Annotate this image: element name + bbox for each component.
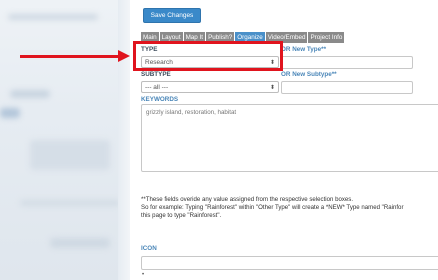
blurred-shape — [50, 238, 110, 248]
arrow-line — [20, 55, 120, 58]
icon-field[interactable] — [141, 256, 438, 270]
subtype-label: SUBTYPE — [141, 71, 171, 78]
new-subtype-label: OR New Subtype** — [281, 71, 337, 78]
blurred-sidebar — [0, 0, 130, 280]
save-button[interactable]: Save Changes — [143, 8, 201, 23]
tab-project-info[interactable]: Project Info — [308, 32, 345, 43]
new-type-label: OR New Type** — [281, 46, 327, 53]
blurred-shape — [0, 108, 20, 118]
subtype-select[interactable]: --- all --- ⬍ — [141, 81, 279, 93]
sidebar-edge — [118, 0, 130, 280]
updown-arrow-icon: ⬍ — [269, 85, 275, 91]
blurred-shape — [8, 14, 98, 20]
new-subtype-input[interactable] — [281, 81, 413, 94]
override-note-1: **These fields overide any value assigne… — [141, 196, 354, 203]
override-note-2: So for example: Typing "Rainforest" with… — [141, 204, 404, 211]
blurred-shape — [10, 90, 50, 98]
arrow-right-icon — [118, 50, 130, 62]
icon-label: ICON — [141, 245, 157, 252]
override-note-3: this page to type "Rainforest". — [141, 212, 222, 219]
blurred-shape — [30, 140, 110, 170]
keywords-textarea[interactable]: grizzly island, restoration, habitat — [141, 104, 438, 172]
highlight-box — [133, 41, 283, 71]
new-type-input[interactable] — [281, 56, 413, 69]
blurred-shape — [20, 200, 120, 206]
bullet-marker: • — [142, 272, 145, 278]
keywords-label: KEYWORDS — [141, 96, 179, 103]
subtype-select-value: --- all --- — [145, 84, 169, 91]
